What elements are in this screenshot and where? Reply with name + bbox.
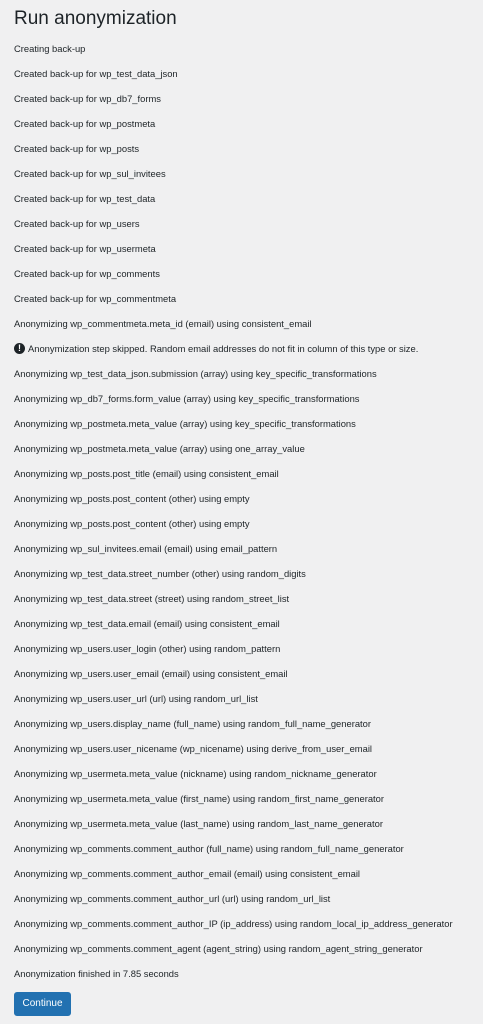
log-line-text: Anonymizing wp_sul_invitees.email (email… [14,543,278,554]
log-line-text: Anonymizing wp_test_data.street_number (… [14,568,306,579]
log-line: Anonymizing wp_postmeta.meta_value (arra… [14,441,479,466]
log-line-text: Anonymization step skipped. Random email… [28,343,419,354]
log-line: Anonymizing wp_comments.comment_agent (a… [14,941,479,966]
log-line: Creating back-up [14,41,479,66]
log-line-text: Anonymizing wp_comments.comment_author_u… [14,893,331,904]
log-line: Created back-up for wp_db7_forms [14,91,479,116]
log-line: Anonymizing wp_sul_invitees.email (email… [14,541,479,566]
log-line: Created back-up for wp_sul_invitees [14,166,479,191]
log-line: Anonymizing wp_usermeta.meta_value (nick… [14,766,479,791]
log-line: Created back-up for wp_test_data_json [14,66,479,91]
log-line: Anonymizing wp_test_data.email (email) u… [14,616,479,641]
log-line-text: Created back-up for wp_sul_invitees [14,168,166,179]
page-title: Run anonymization [14,8,177,29]
log-line-text: Anonymizing wp_posts.post_content (other… [14,518,250,529]
log-line-text: Creating back-up [14,43,86,54]
log-line-text: Created back-up for wp_postmeta [14,118,156,129]
log-line: Created back-up for wp_posts [14,141,479,166]
log-line: Anonymizing wp_test_data.street_number (… [14,566,479,591]
log-line-text: Anonymizing wp_db7_forms.form_value (arr… [14,393,360,404]
log-line-text: Created back-up for wp_usermeta [14,243,156,254]
log-line: Created back-up for wp_test_data [14,191,479,216]
log-line: Anonymizing wp_commentmeta.meta_id (emai… [14,316,479,341]
log-line: Anonymizing wp_users.display_name (full_… [14,716,479,741]
log-line-text: Anonymizing wp_comments.comment_agent (a… [14,943,423,954]
anonymization-log: Creating back-up Created back-up for wp_t… [14,41,479,991]
log-line-text: Anonymizing wp_posts.post_title (email) … [14,468,279,479]
log-line-text: Anonymizing wp_users.user_nicename (wp_n… [14,743,372,754]
log-line-text: Anonymizing wp_postmeta.meta_value (arra… [14,443,305,454]
log-line-text: Anonymizing wp_users.user_email (email) … [14,668,288,679]
log-line-text: Anonymizing wp_test_data_json.submission… [14,368,377,379]
log-line: Anonymizing wp_comments.comment_author_u… [14,891,479,916]
log-line-text: Created back-up for wp_test_data_json [14,68,178,79]
log-line-text: Created back-up for wp_db7_forms [14,93,161,104]
log-line-text: Anonymizing wp_comments.comment_author_e… [14,868,360,879]
log-line: Anonymizing wp_users.user_nicename (wp_n… [14,741,479,766]
log-line: Created back-up for wp_usermeta [14,241,479,266]
log-line: Anonymizing wp_postmeta.meta_value (arra… [14,416,479,441]
continue-button[interactable]: Continue [14,992,71,1016]
log-line: Anonymizing wp_posts.post_content (other… [14,491,479,516]
log-line-text: Created back-up for wp_commentmeta [14,293,177,304]
log-line-text: Created back-up for wp_users [14,218,140,229]
log-line-text: Anonymizing wp_postmeta.meta_value (arra… [14,418,356,429]
log-line-text: Anonymizing wp_test_data.street (street)… [14,593,290,604]
log-line-text: Anonymizing wp_comments.comment_author_I… [14,918,453,929]
log-line-text: Created back-up for wp_test_data [14,193,156,204]
log-line: ! Anonymization step skipped. Random emai… [14,341,479,366]
log-line-text: Created back-up for wp_posts [14,143,140,154]
log-line-text: Anonymizing wp_test_data.email (email) u… [14,618,280,629]
log-line: Anonymization finished in 7.85 seconds [14,966,479,991]
log-line: Anonymizing wp_test_data.street (street)… [14,591,479,616]
exclamation-circle-icon: ! [14,343,25,354]
log-line: Anonymizing wp_users.user_email (email) … [14,666,479,691]
log-line: Anonymizing wp_comments.comment_author (… [14,841,479,866]
log-line: Anonymizing wp_users.user_url (url) usin… [14,691,479,716]
log-line-text: Anonymizing wp_posts.post_content (other… [14,493,250,504]
log-line: Created back-up for wp_users [14,216,479,241]
log-line: Anonymizing wp_usermeta.meta_value (firs… [14,791,479,816]
log-line: Anonymizing wp_usermeta.meta_value (last… [14,816,479,841]
log-line-text: Anonymizing wp_usermeta.meta_value (last… [14,818,383,829]
log-line: Created back-up for wp_commentmeta [14,291,479,316]
log-line: Anonymizing wp_comments.comment_author_I… [14,916,479,941]
log-line-text: Anonymizing wp_commentmeta.meta_id (emai… [14,318,312,329]
log-line: Anonymizing wp_db7_forms.form_value (arr… [14,391,479,416]
log-line-text: Anonymization finished in 7.85 seconds [14,968,179,979]
log-line-text: Anonymizing wp_comments.comment_author (… [14,843,404,854]
log-line: Anonymizing wp_comments.comment_author_e… [14,866,479,891]
log-line-text: Anonymizing wp_users.user_url (url) usin… [14,693,258,704]
log-line: Anonymizing wp_posts.post_content (other… [14,516,479,541]
log-line: Created back-up for wp_postmeta [14,116,479,141]
log-line: Created back-up for wp_comments [14,266,479,291]
log-line-text: Created back-up for wp_comments [14,268,160,279]
log-line-text: Anonymizing wp_usermeta.meta_value (firs… [14,793,384,804]
log-line: Anonymizing wp_users.user_login (other) … [14,641,479,666]
log-line-text: Anonymizing wp_usermeta.meta_value (nick… [14,768,377,779]
log-line-text: Anonymizing wp_users.display_name (full_… [14,718,371,729]
log-line: Anonymizing wp_posts.post_title (email) … [14,466,479,491]
log-line: Anonymizing wp_test_data_json.submission… [14,366,479,391]
log-line-text: Anonymizing wp_users.user_login (other) … [14,643,281,654]
